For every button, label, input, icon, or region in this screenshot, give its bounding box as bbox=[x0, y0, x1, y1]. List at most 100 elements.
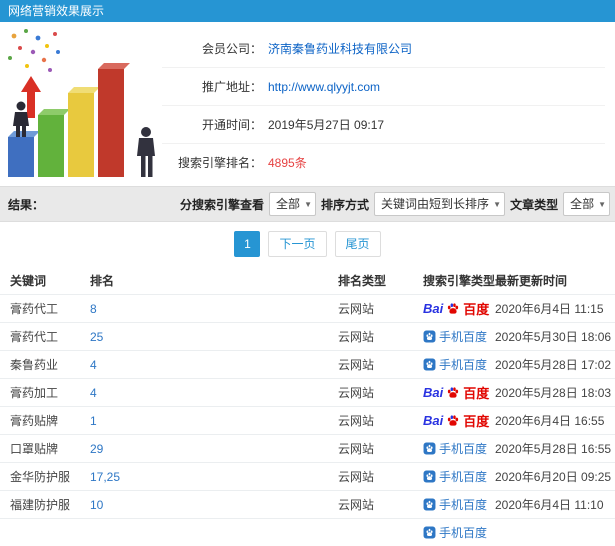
rank-type-cell: 云网站 bbox=[338, 386, 375, 400]
chart-illustration bbox=[0, 22, 162, 186]
title-bar: 网络营销效果展示 bbox=[0, 0, 615, 22]
updated-cell: 2020年5月28日 16:55 bbox=[495, 442, 612, 456]
article-type-select[interactable]: 全部 ▼ bbox=[563, 192, 611, 216]
rank-link[interactable]: 17,25 bbox=[90, 470, 338, 484]
header-keyword: 关键词 bbox=[10, 273, 47, 288]
rank-link[interactable]: 4 bbox=[90, 386, 338, 400]
baidu-logo-cn: 百度 bbox=[463, 302, 490, 317]
info-row-rank-count: 搜索引擎排名： 4895条 bbox=[162, 144, 605, 181]
keyword-cell: 口罩贴牌 bbox=[10, 442, 59, 456]
engine-filter-label: 分搜索引擎查看 bbox=[180, 197, 265, 212]
rank-link[interactable]: 4 bbox=[90, 358, 338, 372]
baidu-paw-icon bbox=[448, 302, 459, 314]
updated-cell: 2020年6月4日 11:10 bbox=[495, 498, 604, 512]
table-row: 福建防护服 10 云网站 手机百度 2020年6月4日 11:10 bbox=[0, 490, 615, 518]
table-row: 秦鲁药业 4 云网站 手机百度 2020年5月28日 17:02 bbox=[0, 350, 615, 378]
promo-url-label: 推广地址： bbox=[201, 80, 262, 94]
mobile-baidu-icon bbox=[423, 498, 436, 511]
rank-type-cell: 云网站 bbox=[338, 358, 375, 372]
table-body: 膏药代工 8 云网站 Bai 百度 2020年6月4日 11:15 膏药代工 25… bbox=[0, 294, 615, 546]
rank-count-value: 4895条 bbox=[268, 156, 307, 170]
keyword-cell: 膏药加工 bbox=[10, 386, 59, 400]
promo-url-link[interactable]: http://www.qlyyjt.com bbox=[268, 80, 380, 94]
mobile-baidu-label: 手机百度 bbox=[439, 330, 488, 344]
table-row: 膏药贴牌 1 云网站 Bai 百度 2020年6月4日 16:55 bbox=[0, 406, 615, 434]
baidu-logo-text: Bai bbox=[423, 413, 444, 428]
keyword-cell: 膏药贴牌 bbox=[10, 414, 59, 428]
mobile-baidu-label: 手机百度 bbox=[439, 526, 488, 540]
article-type-select-value: 全部 bbox=[570, 197, 595, 211]
engine-cell: 手机百度 bbox=[423, 328, 495, 345]
rank-link[interactable]: 29 bbox=[90, 442, 338, 456]
table-row: 膏药加工 4 云网站 Bai 百度 2020年5月28日 18:03 bbox=[0, 378, 615, 406]
mobile-baidu-icon bbox=[423, 358, 436, 371]
rank-type-cell: 云网站 bbox=[338, 330, 375, 344]
baidu-logo-cn: 百度 bbox=[463, 414, 490, 429]
rank-type-cell: 云网站 bbox=[338, 302, 375, 316]
engine-cell: Bai 百度 bbox=[423, 383, 495, 402]
baidu-logo-text: Bai bbox=[423, 301, 444, 316]
keyword-cell: 膏药代工 bbox=[10, 302, 59, 316]
engine-cell: 手机百度 bbox=[423, 440, 495, 457]
table-row: 金华防护服 17,25 云网站 手机百度 2020年6月20日 09:25 bbox=[0, 462, 615, 490]
mobile-baidu-label: 手机百度 bbox=[439, 470, 488, 484]
rank-type-cell: 云网站 bbox=[338, 442, 375, 456]
rank-count-label: 搜索引擎排名： bbox=[177, 156, 262, 170]
table-row: 手机百度 bbox=[0, 518, 615, 546]
updated-cell: 2020年6月20日 09:25 bbox=[495, 470, 612, 484]
company-link[interactable]: 济南秦鲁药业科技有限公司 bbox=[268, 40, 412, 57]
keyword-cell: 秦鲁药业 bbox=[10, 358, 59, 372]
rank-type-cell: 云网站 bbox=[338, 470, 375, 484]
table-header-row: 关键词 排名 排名类型 搜索引擎类型 最新更新时间 bbox=[0, 266, 615, 294]
pagination: 1 下一页 尾页 bbox=[0, 222, 615, 266]
table-row: 膏药代工 8 云网站 Bai 百度 2020年6月4日 11:15 bbox=[0, 294, 615, 322]
filters-group: 分搜索引擎查看 全部 ▼ 排序方式 关键词由短到长排序 ▼ 文章类型 全部 ▼ … bbox=[180, 192, 611, 217]
next-page-button[interactable]: 下一页 bbox=[268, 231, 327, 257]
mobile-baidu-icon bbox=[423, 526, 436, 539]
sort-select[interactable]: 关键词由短到长排序 ▼ bbox=[374, 192, 506, 216]
baidu-paw-icon bbox=[448, 414, 459, 426]
rank-type-cell: 云网站 bbox=[338, 498, 375, 512]
rank-link[interactable]: 25 bbox=[90, 330, 338, 344]
keyword-cell: 金华防护服 bbox=[10, 470, 71, 484]
updated-cell: 2020年6月4日 11:15 bbox=[495, 302, 604, 316]
engine-cell: 手机百度 bbox=[423, 468, 495, 485]
header-rank-type: 排名类型 bbox=[338, 273, 387, 288]
sort-select-value: 关键词由短到长排序 bbox=[381, 197, 490, 211]
table-row: 膏药代工 25 云网站 手机百度 2020年5月30日 18:06 bbox=[0, 322, 615, 350]
confetti-dots bbox=[8, 29, 60, 72]
filter-bar: 结果： 分搜索引擎查看 全部 ▼ 排序方式 关键词由短到长排序 ▼ 文章类型 全… bbox=[0, 186, 615, 222]
keyword-cell: 福建防护服 bbox=[10, 498, 71, 512]
baidu-logo-cn: 百度 bbox=[463, 386, 490, 401]
rank-type-cell: 云网站 bbox=[338, 414, 375, 428]
info-row-company: 会员公司： 济南秦鲁药业科技有限公司 bbox=[162, 30, 605, 68]
mobile-baidu-icon bbox=[423, 470, 436, 483]
result-section-label: 结果： bbox=[8, 197, 45, 212]
chevron-down-icon: ▼ bbox=[598, 200, 607, 209]
updated-cell: 2020年5月28日 17:02 bbox=[495, 358, 612, 372]
baidu-paw-icon bbox=[448, 386, 459, 398]
rank-link[interactable]: 1 bbox=[90, 414, 338, 428]
info-row-open-time: 开通时间： 2019年5月27日 09:17 bbox=[162, 106, 605, 144]
rank-link[interactable]: 10 bbox=[90, 498, 338, 512]
company-label: 会员公司： bbox=[201, 42, 262, 56]
header-updated: 最新更新时间 bbox=[495, 273, 568, 288]
updated-cell: 2020年5月30日 18:06 bbox=[495, 330, 612, 344]
page-current[interactable]: 1 bbox=[234, 231, 261, 257]
businessman-right-figure bbox=[137, 127, 155, 177]
rank-link[interactable]: 8 bbox=[90, 302, 338, 316]
mobile-baidu-label: 手机百度 bbox=[439, 498, 488, 512]
mobile-baidu-icon bbox=[423, 442, 436, 455]
engine-cell: 手机百度 bbox=[423, 496, 495, 513]
page-title: 网络营销效果展示 bbox=[8, 4, 105, 18]
results-table: 关键词 排名 排名类型 搜索引擎类型 最新更新时间 膏药代工 8 云网站 Bai… bbox=[0, 266, 615, 546]
bar-chart-illustration-svg bbox=[8, 29, 155, 177]
engine-select[interactable]: 全部 ▼ bbox=[269, 192, 317, 216]
open-time-value: 2019年5月27日 09:17 bbox=[268, 118, 385, 132]
header-rank: 排名 bbox=[90, 273, 115, 288]
last-page-button[interactable]: 尾页 bbox=[334, 231, 381, 257]
baidu-logo-text: Bai bbox=[423, 385, 444, 400]
header-engine-type: 搜索引擎类型 bbox=[423, 273, 496, 288]
engine-cell: 手机百度 bbox=[423, 524, 495, 541]
engine-cell: Bai 百度 bbox=[423, 299, 495, 318]
